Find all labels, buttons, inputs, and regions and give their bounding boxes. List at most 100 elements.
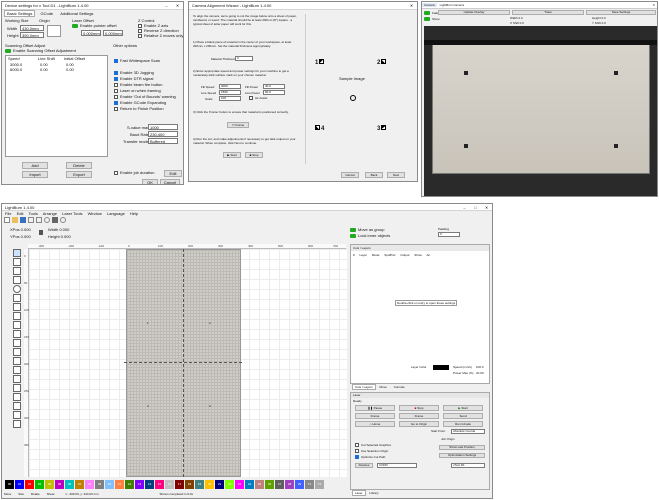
menu-tools[interactable]: Tools <box>29 211 38 216</box>
frame-button-2[interactable]: Frame <box>399 413 439 419</box>
wizard-next-button[interactable]: Next <box>387 172 405 178</box>
frame-button[interactable]: ▭ Frame <box>227 122 249 128</box>
palette-swatch[interactable]: 29 <box>295 480 304 489</box>
height-field[interactable]: Height 0.000 <box>48 234 71 239</box>
import-button[interactable]: Import <box>22 171 48 178</box>
run-gcode-button[interactable]: Run GCode <box>443 421 483 427</box>
optimization-settings-button[interactable]: Optimization Settings <box>439 453 485 458</box>
fade-toggle[interactable] <box>424 11 430 16</box>
ok-button[interactable]: OK <box>142 179 158 184</box>
power-value[interactable]: 20.00 <box>476 371 484 376</box>
palette-swatch[interactable]: 04 <box>45 480 54 489</box>
port-select[interactable]: COM3 <box>377 463 417 468</box>
menu-window[interactable]: Window <box>88 211 102 216</box>
palette-swatch[interactable]: 28 <box>285 480 294 489</box>
transfer-select[interactable]: Buffered <box>148 138 178 144</box>
edit-button[interactable]: Edit <box>164 170 182 177</box>
wizard-back-button[interactable]: Back <box>365 172 383 178</box>
menu-laser-tools[interactable]: Laser Tools <box>62 211 82 216</box>
size-label[interactable]: Size <box>18 492 24 496</box>
palette-swatch[interactable]: 22 <box>225 480 234 489</box>
menu-edit[interactable]: Edit <box>17 211 24 216</box>
tab-additional-settings[interactable]: Additional Settings <box>58 11 95 16</box>
option-checkbox[interactable] <box>114 88 118 93</box>
lock-icon[interactable] <box>39 230 43 235</box>
rotate-icon[interactable] <box>12 402 21 410</box>
zoom-icon[interactable] <box>44 217 50 223</box>
move-label[interactable]: Move <box>4 492 11 496</box>
scan-offset-toggle[interactable] <box>5 48 11 53</box>
scale-field[interactable]: 100 <box>219 96 241 101</box>
shear-label[interactable]: Shear <box>47 492 55 496</box>
array-icon[interactable] <box>12 357 21 365</box>
option-checkbox[interactable] <box>114 82 118 87</box>
tab-library[interactable]: Library <box>366 491 381 495</box>
close-icon[interactable]: ✕ <box>172 3 183 8</box>
start-from-select[interactable]: Absolute Coords <box>451 429 485 434</box>
palette-swatch[interactable]: 12 <box>125 480 134 489</box>
option-checkbox[interactable] <box>114 106 118 111</box>
option-checkbox[interactable] <box>114 70 118 75</box>
cut-selected-checkbox[interactable] <box>355 443 359 448</box>
devices-button[interactable]: Devices <box>355 463 373 468</box>
position-laser-icon[interactable] <box>12 312 21 320</box>
selection-origin-checkbox[interactable] <box>355 449 359 454</box>
device-select[interactable]: xTool D1 <box>451 463 485 468</box>
delete-button[interactable]: Delete <box>66 162 92 169</box>
rectangle-tool-icon[interactable] <box>12 276 21 284</box>
measure-icon[interactable] <box>12 321 21 329</box>
palette-swatch[interactable]: 19 <box>195 480 204 489</box>
scan-offset-table[interactable]: Speed Line Shift Initial Offset 3000.0 0… <box>5 55 108 157</box>
camera-height[interactable]: Height 0.0 <box>592 16 606 20</box>
line-speed-field[interactable]: 1500 <box>219 90 241 95</box>
stop-button[interactable]: ■ Stop <box>245 152 263 158</box>
speed-value[interactable]: 100.0 <box>476 365 484 370</box>
palette-swatch[interactable]: T1 <box>305 480 314 489</box>
height-field[interactable]: 390.0mm <box>20 32 44 38</box>
goto-origin-button[interactable]: Go to Origin <box>399 421 439 427</box>
origin-selector[interactable] <box>47 25 61 37</box>
text-tool-icon[interactable] <box>12 303 21 311</box>
close-icon[interactable]: ✕ <box>406 3 417 8</box>
pause-button[interactable]: ❚❚ Pause <box>355 405 395 411</box>
palette-swatch[interactable]: 15 <box>155 480 164 489</box>
tab-console[interactable]: Console <box>391 385 408 389</box>
tab-cuts-layers[interactable]: Cuts / Layers <box>352 384 376 390</box>
camera-xshift[interactable]: X Shift 0.0 <box>510 21 524 25</box>
save-settings-button[interactable]: Save Settings <box>586 10 656 15</box>
option-checkbox[interactable] <box>114 76 118 81</box>
air-assist-checkbox[interactable] <box>249 96 253 101</box>
menu-help[interactable]: Help <box>130 211 138 216</box>
material-field[interactable]: 0 <box>235 56 253 61</box>
minimize-icon[interactable]: – <box>161 3 172 8</box>
move-group-toggle[interactable] <box>350 227 356 232</box>
fill-power-field[interactable]: 40.0 <box>263 84 285 89</box>
palette-swatch[interactable]: 07 <box>75 480 84 489</box>
palette-swatch[interactable]: 02 <box>25 480 34 489</box>
palette-swatch[interactable]: 18 <box>185 480 194 489</box>
palette-swatch[interactable]: 05 <box>55 480 64 489</box>
rotate-label[interactable]: Rotate <box>31 492 40 496</box>
close-icon[interactable]: ✕ <box>652 3 657 7</box>
relative-z-checkbox[interactable] <box>138 33 142 38</box>
settings-icon[interactable] <box>60 217 66 223</box>
palette-swatch[interactable]: 00 <box>5 480 14 489</box>
align-icon[interactable] <box>12 330 21 338</box>
width-field[interactable]: Width 0.000 <box>48 227 69 232</box>
trace-button[interactable]: Trace <box>512 10 584 15</box>
baud-select[interactable]: 230,400 <box>148 131 178 137</box>
job-duration-checkbox[interactable] <box>114 170 118 175</box>
palette-swatch[interactable]: 11 <box>115 480 124 489</box>
ellipse-tool-icon[interactable] <box>12 285 21 293</box>
frame-button-1[interactable]: Frame <box>355 413 395 419</box>
palette-swatch[interactable]: 06 <box>65 480 74 489</box>
close-icon[interactable]: ✕ <box>481 205 492 210</box>
polygon-tool-icon[interactable] <box>12 294 21 302</box>
cancel-button[interactable]: Cancel <box>160 179 180 184</box>
weld-icon[interactable] <box>12 348 21 356</box>
minimize-icon[interactable]: – <box>459 205 470 210</box>
wizard-cancel-button[interactable]: Cancel <box>341 172 359 178</box>
menu-language[interactable]: Language <box>107 211 125 216</box>
circular-array-icon[interactable] <box>12 375 21 383</box>
new-file-icon[interactable] <box>4 217 10 223</box>
